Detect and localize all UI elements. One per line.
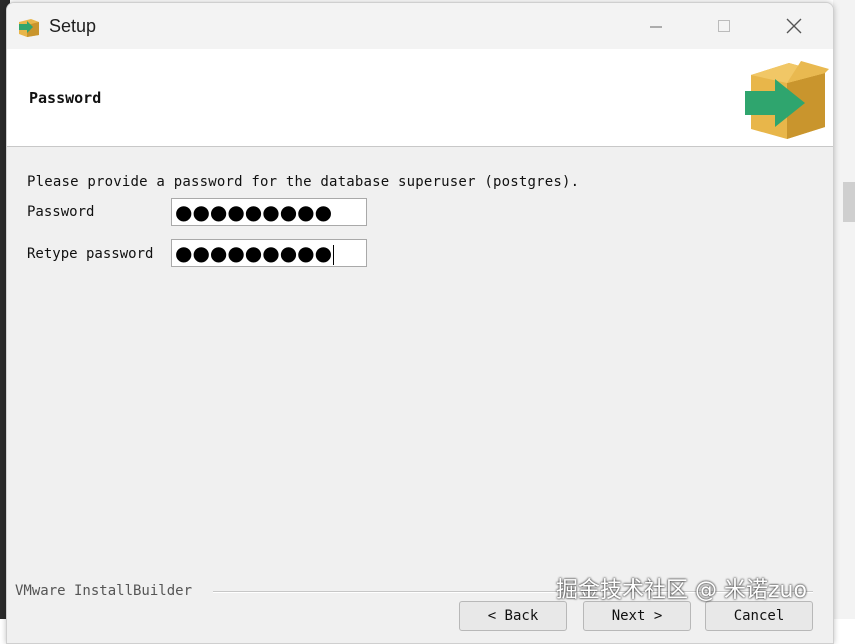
maximize-button[interactable] [701,9,747,43]
close-button[interactable] [771,9,817,43]
text-caret [333,244,335,265]
minimize-icon [650,26,662,28]
background-scrollbar [843,182,855,222]
back-button[interactable]: < Back [459,601,567,631]
cancel-button[interactable]: Cancel [705,601,813,631]
retype-password-field[interactable]: ●●●●●●●●● [171,239,367,267]
retype-password-value: ●●●●●●●●● [175,241,333,265]
title-bar[interactable]: Setup [7,3,833,49]
minimize-button[interactable] [633,9,679,43]
maximize-icon [718,20,730,32]
page-header: Password [7,49,833,147]
setup-window: Setup Password Please provide a password… [6,2,834,644]
instruction-text: Please provide a password for the databa… [27,174,580,190]
watermark-text: 掘金技术社区 @ 米诺zuo [556,578,807,603]
page-title: Password [29,89,102,107]
background-window-right [833,0,855,619]
close-icon [786,18,802,34]
retype-password-label: Retype password [27,246,154,262]
app-box-icon [19,19,39,37]
installer-brand: VMware InstallBuilder [15,583,193,599]
password-label: Password [27,204,95,220]
window-title: Setup [49,16,97,36]
next-button[interactable]: Next > [583,601,691,631]
content-area: Please provide a password for the databa… [7,147,833,587]
installer-box-icon [745,61,829,139]
password-field[interactable]: ●●●●●●●●● [171,198,367,226]
password-value: ●●●●●●●●● [175,200,333,224]
